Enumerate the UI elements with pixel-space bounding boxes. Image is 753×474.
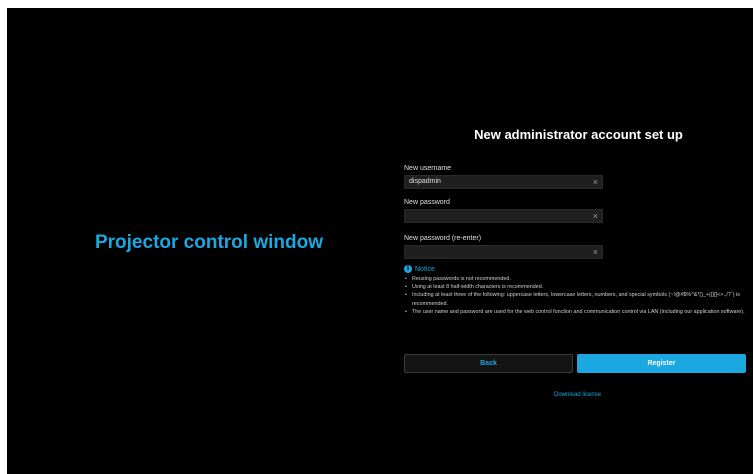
clear-password-icon[interactable]: × [593,211,598,222]
info-icon: i [404,265,412,273]
username-label: New username [404,165,452,172]
username-field[interactable]: dispadmin × [404,175,603,189]
register-button[interactable]: Register [577,354,746,373]
list-item: The user name and password are used for … [404,308,749,316]
list-item: Using at least 8 half-width characters i… [404,283,749,291]
password-confirm-label: New password (re-enter) [404,235,482,242]
password-confirm-field[interactable]: × [404,245,603,259]
account-setup-panel: New administrator account set up New use… [404,8,753,474]
clear-username-icon[interactable]: × [593,177,598,188]
password-label: New password [404,199,450,206]
app-screen: Projector control window New administrat… [7,8,753,474]
page-title: New administrator account set up [474,127,683,142]
list-item: Reusing passwords is not recommended. [404,275,749,283]
brand-title: Projector control window [94,232,323,253]
download-license-label: Download license [554,392,602,398]
notice-title: Notice [415,266,435,273]
notice-list: Reusing passwords is not recommended. Us… [404,275,749,316]
password-field[interactable]: × [404,209,603,223]
back-button[interactable]: Back [404,354,573,373]
username-value: dispadmin [409,178,441,185]
list-item: Including at least three of the followin… [404,291,749,307]
clear-password-confirm-icon[interactable]: × [593,247,598,258]
